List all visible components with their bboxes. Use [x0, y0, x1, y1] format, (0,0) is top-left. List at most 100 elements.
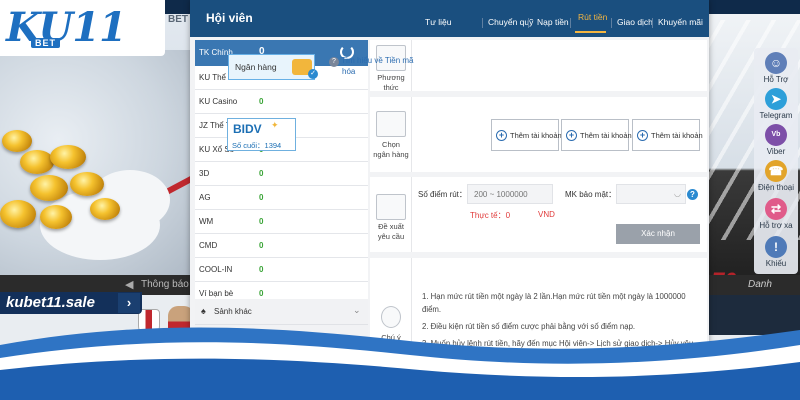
wallet-name: COOL-IN: [199, 265, 233, 274]
tab-separator: [482, 18, 483, 28]
contact-complaint[interactable]: ! Khiếu: [754, 236, 798, 268]
other-lobbies-group[interactable]: ♠ Sảnh khác ⌄: [195, 299, 368, 325]
add-account-button[interactable]: + Thêm tài khoản: [491, 119, 562, 151]
bidv-bank-card[interactable]: BIDV ✦ Số cuối：1394: [227, 118, 296, 151]
coin: [20, 150, 54, 174]
modal-header: Hội viên Tư liệu Chuyển quỹ Nạp tiền Rút…: [190, 0, 709, 37]
bank-method-option[interactable]: Ngân hàng ✓: [228, 54, 318, 80]
wallet-row: KU Casino 0: [195, 90, 368, 114]
notes-label: Chú ý: [381, 333, 401, 342]
wallet-row: AG 0: [195, 186, 368, 210]
kubet-logo[interactable]: KU11 BET: [0, 0, 165, 56]
coin: [2, 130, 32, 152]
support-icon: ☺: [765, 52, 787, 74]
help-icon[interactable]: ?: [687, 189, 698, 200]
note-item: 1. Hạn mức rút tiền một ngày là 2 lần.Hạ…: [422, 292, 686, 314]
header-text-fragment: BET: [168, 14, 188, 25]
tab-separator: [570, 18, 571, 28]
wallet-row: WM 0: [195, 210, 368, 234]
wallet-name: KU Casino: [199, 97, 238, 106]
contact-remote[interactable]: ⇄ Hỗ trợ xa: [754, 198, 798, 230]
wallet-value: 0: [259, 97, 264, 106]
bank-label-2: ngân hàng: [373, 150, 409, 159]
wallet-value: 0: [259, 241, 264, 250]
notice-bar-right: Danh: [708, 275, 800, 295]
tab-transactions[interactable]: Giao dịch: [617, 17, 653, 27]
tab-separator: [528, 18, 529, 28]
contact-label: Viber: [766, 147, 786, 156]
modal-title: Hội viên: [206, 11, 253, 25]
confirm-button[interactable]: Xác nhận: [616, 224, 700, 244]
wallet-row: 3D 0: [195, 162, 368, 186]
bank-section-label: Chọn ngân hàng: [370, 97, 412, 172]
request-section-label: Đề xuất yêu cầu: [370, 177, 412, 252]
account-tail: Số cuối：1394: [232, 140, 281, 151]
wallet-balance-list: TK Chính 0 KU Thể Thao0 KU Casino0 JZ Th…: [195, 40, 368, 400]
tab-profile[interactable]: Tư liệu: [425, 17, 451, 27]
wallet-value: 0: [259, 289, 264, 298]
add-account-button[interactable]: + Thêm tài khoản: [561, 119, 632, 151]
wallet-row: CMD 0: [195, 234, 368, 258]
tab-withdraw[interactable]: Rút tiền: [578, 12, 607, 22]
wallet-value: 0: [259, 169, 264, 178]
club-badge-icon: [138, 309, 160, 337]
form-icon: [376, 194, 406, 220]
plus-icon: +: [637, 130, 648, 141]
tail-label: Số cuối：: [232, 141, 265, 150]
add-account-button[interactable]: + Thêm tài khoản: [632, 119, 703, 151]
coin: [40, 205, 72, 229]
coin: [30, 175, 68, 201]
phone-icon: ☎: [765, 160, 787, 182]
contact-support[interactable]: ☺ Hỗ Trợ: [754, 52, 798, 84]
tab-promotions[interactable]: Khuyến mãi: [658, 17, 703, 27]
coin: [50, 145, 86, 169]
wallet-value: 0: [259, 193, 264, 202]
active-tab-indicator: [575, 31, 606, 33]
remote-icon: ⇄: [765, 198, 787, 220]
amount-label: Số điểm rút：: [418, 190, 467, 199]
bank-label-1: Chọn: [382, 140, 400, 149]
megaphone-icon: ◀: [125, 279, 134, 291]
notes-section-label: Chú ý: [370, 258, 412, 400]
currency-label: VND: [538, 210, 555, 219]
complaint-icon: !: [765, 236, 787, 258]
tab-separator: [611, 18, 612, 28]
question-icon: ?: [329, 57, 339, 67]
tab-deposit[interactable]: Nạp tiền: [537, 17, 569, 27]
add-account-label: Thêm tài khoản: [580, 131, 632, 140]
contact-phone[interactable]: ☎ Điện thoại: [754, 160, 798, 192]
tail-value: 1394: [264, 141, 282, 150]
contact-label: Khiếu: [765, 259, 787, 268]
chevron-down-icon: ⌄: [353, 331, 361, 341]
contact-label: Điện thoại: [757, 183, 795, 192]
crypto-link-text-2: hóa: [342, 67, 356, 76]
actual-amount: Thực tế：0: [470, 211, 511, 220]
wallet-name: AG: [199, 193, 211, 202]
collapsed-group[interactable]: ♠ ⌄: [195, 325, 368, 351]
spade-icon: ♠: [201, 332, 206, 342]
wallet-value: 0: [259, 265, 264, 274]
coin: [0, 200, 36, 228]
wallet-name: 3D: [199, 169, 210, 178]
add-account-label: Thêm tài khoản: [651, 131, 703, 140]
notice-label: Thông báo: [141, 279, 189, 290]
check-icon: ✓: [308, 69, 318, 79]
group-name: Sảnh khác: [214, 307, 252, 316]
add-account-label: Thêm tài khoản: [510, 131, 562, 140]
tab-separator: [652, 18, 653, 28]
contact-panel: ☺ Hỗ Trợ ➤ Telegram Vb Viber ☎ Điện thoại ⇄ H…: [754, 48, 798, 274]
contact-telegram[interactable]: ➤ Telegram: [754, 88, 798, 120]
amount-input[interactable]: [467, 184, 553, 204]
viber-icon: Vb: [765, 124, 787, 146]
contact-viber[interactable]: Vb Viber: [754, 124, 798, 156]
method-section: Phương thức: [370, 40, 707, 92]
eye-off-icon[interactable]: ◡: [674, 189, 681, 198]
contact-label: Hỗ trợ xa: [759, 221, 793, 230]
site-url-banner[interactable]: kubet11.sale ›: [0, 292, 142, 314]
wallet-name: Ví bạn bè: [199, 289, 234, 298]
tab-transfer[interactable]: Chuyển quỹ: [488, 17, 533, 27]
crypto-info-link[interactable]: ? Tìm hiểu về Tiền mã hóa: [329, 56, 413, 77]
withdraw-notes: 1. Hạn mức rút tiền một ngày là 2 lần.Hạ…: [422, 290, 697, 367]
lightbulb-icon: [381, 306, 401, 328]
wallet-name: WM: [199, 217, 214, 226]
